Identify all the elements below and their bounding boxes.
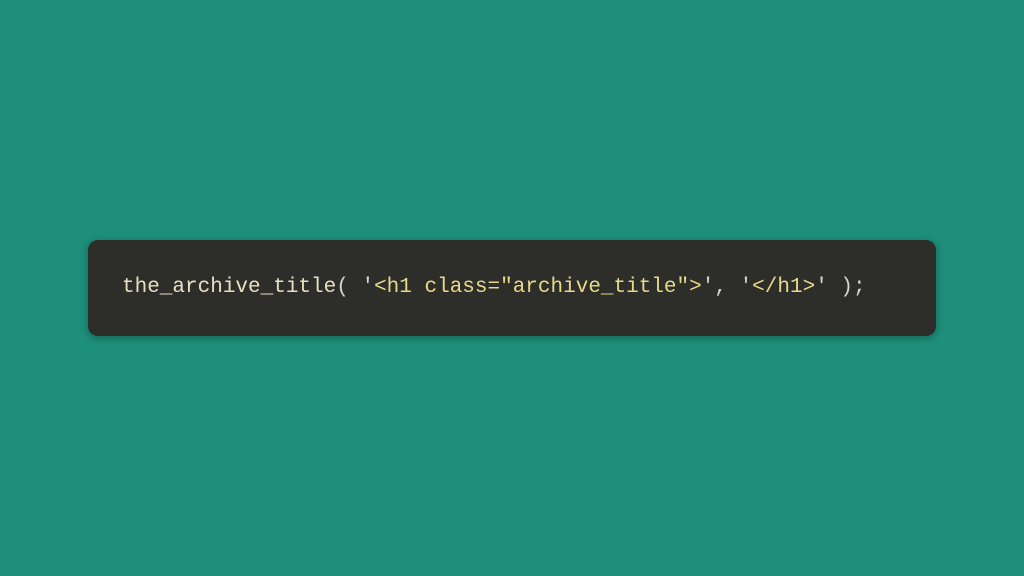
semicolon: ;	[853, 276, 866, 299]
code-block: the_archive_title( '<h1 class="archive_t…	[88, 240, 936, 336]
function-name: the_archive_title	[122, 276, 336, 299]
separator: ,	[714, 276, 739, 299]
open-paren: (	[336, 276, 361, 299]
string-quote-close-2: '	[815, 276, 828, 299]
string-content-1: <h1 class="archive_title">	[374, 276, 702, 299]
code-line: the_archive_title( '<h1 class="archive_t…	[122, 272, 902, 304]
string-content-2: </h1>	[752, 276, 815, 299]
string-quote-close-1: '	[702, 276, 715, 299]
string-quote-open-1: '	[361, 276, 374, 299]
close-paren: )	[828, 276, 853, 299]
string-quote-open-2: '	[740, 276, 753, 299]
